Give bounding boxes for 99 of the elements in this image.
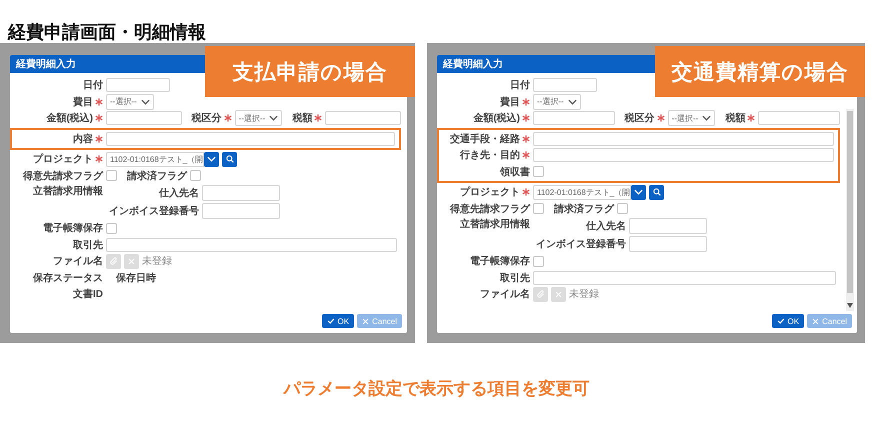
field-label: 行き先・目的 [460,148,520,162]
field-label: 費目 [500,96,520,109]
arrow-down-icon[interactable] [847,303,853,308]
project-field[interactable]: 1102-01:0168テスト_（開 [106,152,204,167]
field-label: インボイス登録番号 [109,204,199,218]
paperclip-icon [536,290,544,298]
field-label: インボイス登録番号 [536,238,626,251]
clear-button[interactable] [551,286,566,302]
select-dropdown[interactable]: --選択-- [234,110,282,126]
field-label: 取引先 [500,272,530,285]
file-status: 未登録 [569,288,599,302]
file-status: 未登録 [142,254,172,268]
check-icon [776,317,785,325]
dropdown-button[interactable] [631,184,646,200]
field-label: 仕入先名 [159,186,199,200]
field-label: 税額 [292,112,312,126]
field-label: 金額(税込) [473,112,520,126]
field-label: 得意先請求フラグ [450,202,530,216]
close-icon [362,318,370,324]
attach-button[interactable] [533,286,548,302]
checkbox[interactable] [190,170,201,182]
checkbox[interactable] [106,222,117,234]
check-icon [326,317,335,325]
checkbox[interactable] [617,203,628,214]
field-label: 税額 [725,112,746,126]
text-input[interactable] [533,78,597,92]
select-dropdown[interactable]: --選択-- [533,94,581,110]
text-input[interactable] [533,111,615,126]
clear-button[interactable] [124,254,139,269]
chevron-down-icon [634,189,643,196]
field-label: 費目 [73,96,93,109]
field-label: 電子帳簿保存 [43,222,103,236]
checkbox[interactable] [106,170,117,182]
field-label: 取引先 [73,238,103,252]
field-label: 立替請求用情報 [33,184,103,198]
field-label: 保存日時 [116,272,156,285]
field-label: ファイル名 [53,254,103,268]
chevron-down-icon [140,98,150,105]
text-input[interactable] [533,132,834,146]
field-label: 請求済フラグ [554,202,614,216]
text-input[interactable] [758,111,840,126]
checkbox[interactable] [533,166,544,178]
close-icon [128,258,135,265]
text-input[interactable] [106,78,170,92]
field-label: 請求済フラグ [127,169,187,183]
search-button[interactable] [649,184,664,200]
dialog-title: 経費明細入力 [443,58,503,71]
caption: パラメータ設定で表示する項目を変更可 [282,378,590,400]
scrollbar[interactable] [846,109,854,311]
search-icon [652,188,660,196]
text-input[interactable] [533,270,836,285]
chevron-down-icon [568,98,577,105]
close-icon [555,290,562,298]
field-label: 内容 [73,132,93,146]
text-input[interactable] [629,236,707,252]
field-label: 税区分 [624,112,655,126]
text-input[interactable] [325,111,401,126]
dropdown-button[interactable] [204,152,219,167]
ok-button[interactable]: OK [322,314,354,328]
search-button[interactable] [222,152,237,167]
field-label: 日付 [510,78,530,92]
checkbox[interactable] [533,256,544,267]
field-label: 税区分 [192,112,222,126]
field-label: 立替請求用情報 [460,217,530,231]
select-dropdown[interactable]: --選択-- [668,110,716,126]
close-icon [812,318,820,324]
select-dropdown[interactable]: --選択-- [106,94,154,110]
field-label: 領収書 [500,166,530,179]
case-label: 支払申請の場合 [205,46,415,97]
page-title: 経費申請画面・明細情報 [6,21,207,43]
field-label: ファイル名 [480,288,530,302]
text-input[interactable] [106,132,395,146]
paperclip-icon [110,257,118,266]
field-label: プロジェクト [33,152,93,166]
field-label: 保存ステータス [33,272,103,285]
field-label: 仕入先名 [586,220,626,233]
search-icon [226,155,234,164]
field-label: 文書ID [73,288,103,302]
attach-button[interactable] [106,254,121,269]
field-label: 得意先請求フラグ [23,170,103,183]
field-label: 交通手段・経路 [450,132,520,146]
dialog-title: 経費明細入力 [16,58,76,71]
chevron-down-icon [269,115,278,122]
text-input[interactable] [629,218,707,234]
field-label: 金額(税込) [46,112,93,126]
chevron-down-icon [702,115,712,122]
field-label: プロジェクト [460,185,520,200]
text-input[interactable] [202,185,280,201]
text-input[interactable] [202,203,280,219]
project-field[interactable]: 1102-01:0168テスト_（開 [533,184,631,200]
text-input[interactable] [533,148,834,162]
case-label: 交通費精算の場合 [655,46,865,97]
ok-button[interactable]: OK [772,314,804,328]
chevron-down-icon [207,156,216,162]
text-input[interactable] [106,238,397,252]
field-label: 電子帳簿保存 [470,254,530,268]
text-input[interactable] [106,111,182,126]
checkbox[interactable] [533,203,544,214]
field-label: 日付 [83,78,103,92]
